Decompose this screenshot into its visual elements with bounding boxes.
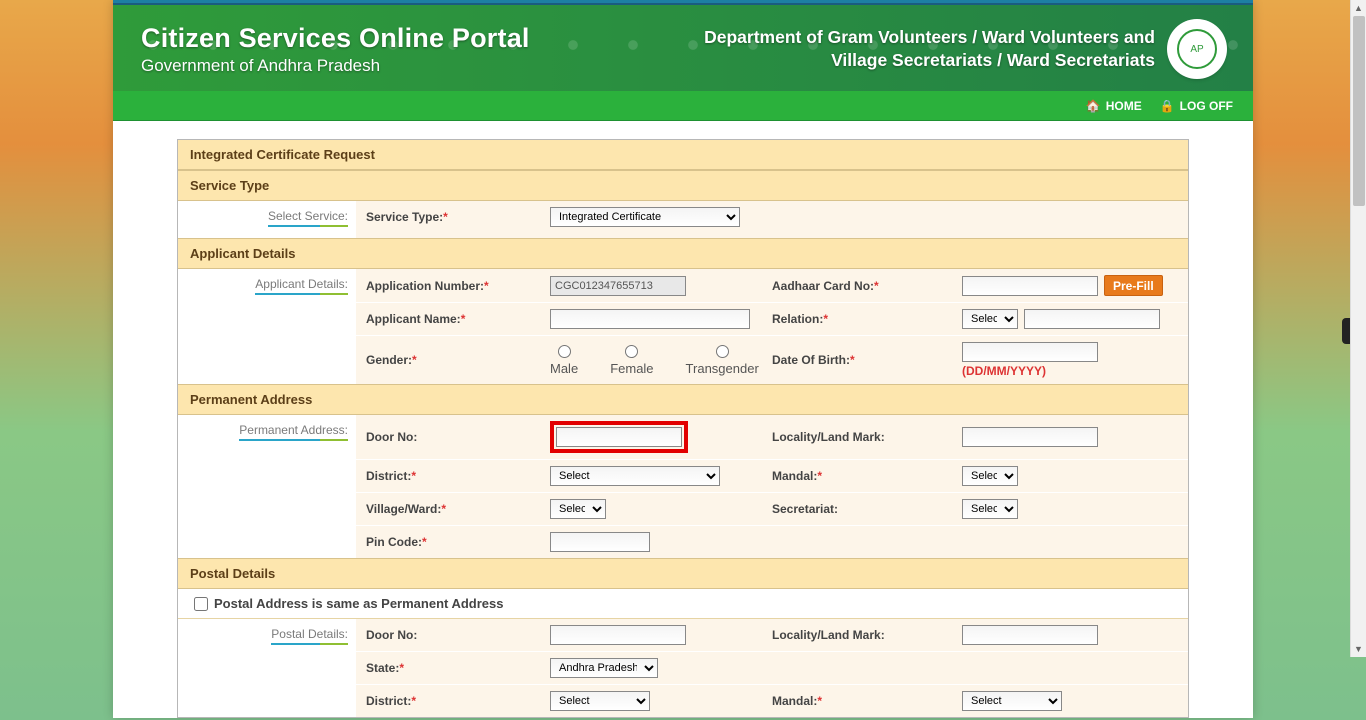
vertical-scrollbar[interactable]: ▲ ▼: [1350, 0, 1366, 657]
side-tab-icon[interactable]: [1342, 318, 1350, 344]
dob-hint: (DD/MM/YYYY): [962, 364, 1098, 378]
postal-locality-input[interactable]: [962, 625, 1098, 645]
postal-door-no-label: Door No:: [366, 628, 417, 642]
postal-door-no-input[interactable]: [550, 625, 686, 645]
department-name: Department of Gram Volunteers / Ward Vol…: [704, 26, 1155, 72]
logoff-link-label: LOG OFF: [1180, 99, 1233, 113]
home-link-label: HOME: [1106, 99, 1142, 113]
postal-locality-label: Locality/Land Mark:: [772, 628, 885, 642]
postal-same-label: Postal Address is same as Permanent Addr…: [214, 596, 504, 611]
postal-mandal-select[interactable]: Select: [962, 691, 1062, 711]
dob-input[interactable]: [962, 342, 1098, 362]
gender-label: Gender:: [366, 353, 412, 367]
header-banner: Citizen Services Online Portal Governmen…: [113, 5, 1253, 91]
page-heading: Integrated Certificate Request: [178, 140, 1188, 170]
relation-name-input[interactable]: [1024, 309, 1160, 329]
prefill-button[interactable]: Pre-Fill: [1104, 275, 1163, 296]
district-select[interactable]: Select: [550, 466, 720, 486]
door-no-label: Door No:: [366, 430, 417, 444]
postal-mandal-label: Mandal:: [772, 694, 817, 708]
district-label: District:: [366, 469, 411, 483]
mandal-label: Mandal:: [772, 469, 817, 483]
gender-male-radio[interactable]: [558, 345, 571, 358]
select-service-label: Select Service:: [268, 209, 348, 227]
locality-input[interactable]: [962, 427, 1098, 447]
village-ward-label: Village/Ward:: [366, 502, 441, 516]
aadhaar-label: Aadhaar Card No:: [772, 279, 874, 293]
application-number-input: [550, 276, 686, 296]
permanent-address-sidelabel: Permanent Address:: [239, 423, 348, 441]
home-link[interactable]: 🏠 HOME: [1086, 99, 1142, 113]
application-number-label: Application Number:: [366, 279, 484, 293]
postal-details-sidelabel: Postal Details:: [271, 627, 348, 645]
aadhaar-input[interactable]: [962, 276, 1098, 296]
door-no-input[interactable]: [556, 427, 682, 447]
relation-label: Relation:: [772, 312, 823, 326]
relation-select[interactable]: Select: [962, 309, 1018, 329]
postal-state-select[interactable]: Andhra Pradesh: [550, 658, 658, 678]
applicant-details-sidelabel: Applicant Details:: [255, 277, 348, 295]
mandal-select[interactable]: Select: [962, 466, 1018, 486]
service-type-heading: Service Type: [178, 170, 1188, 201]
applicant-details-heading: Applicant Details: [178, 238, 1188, 269]
logoff-link[interactable]: 🔒 LOG OFF: [1160, 99, 1233, 113]
locality-label: Locality/Land Mark:: [772, 430, 885, 444]
applicant-name-input[interactable]: [550, 309, 750, 329]
scroll-thumb[interactable]: [1353, 16, 1365, 206]
service-type-select[interactable]: Integrated Certificate: [550, 207, 740, 227]
emblem-logo: AP: [1169, 21, 1225, 77]
postal-details-heading: Postal Details: [178, 558, 1188, 589]
scroll-up-arrow-icon[interactable]: ▲: [1351, 0, 1366, 16]
postal-district-select[interactable]: Select: [550, 691, 650, 711]
secretariat-label: Secretariat:: [772, 502, 838, 516]
gender-trans-radio[interactable]: [716, 345, 729, 358]
scroll-down-arrow-icon[interactable]: ▼: [1351, 641, 1366, 657]
portal-title: Citizen Services Online Portal: [141, 23, 530, 54]
permanent-address-heading: Permanent Address: [178, 384, 1188, 415]
postal-state-label: State:: [366, 661, 399, 675]
home-icon: 🏠: [1086, 99, 1101, 113]
postal-same-checkbox[interactable]: [194, 597, 208, 611]
top-nav: 🏠 HOME 🔒 LOG OFF: [113, 91, 1253, 121]
dob-label: Date Of Birth:: [772, 353, 850, 367]
secretariat-select[interactable]: Select: [962, 499, 1018, 519]
applicant-name-label: Applicant Name:: [366, 312, 461, 326]
pin-code-label: Pin Code:: [366, 535, 422, 549]
portal-subtitle: Government of Andhra Pradesh: [141, 56, 530, 76]
pin-code-input[interactable]: [550, 532, 650, 552]
gender-female-radio[interactable]: [625, 345, 638, 358]
lock-icon: 🔒: [1160, 99, 1175, 113]
village-ward-select[interactable]: Select: [550, 499, 606, 519]
postal-district-label: District:: [366, 694, 411, 708]
service-type-label: Service Type:: [366, 210, 443, 224]
